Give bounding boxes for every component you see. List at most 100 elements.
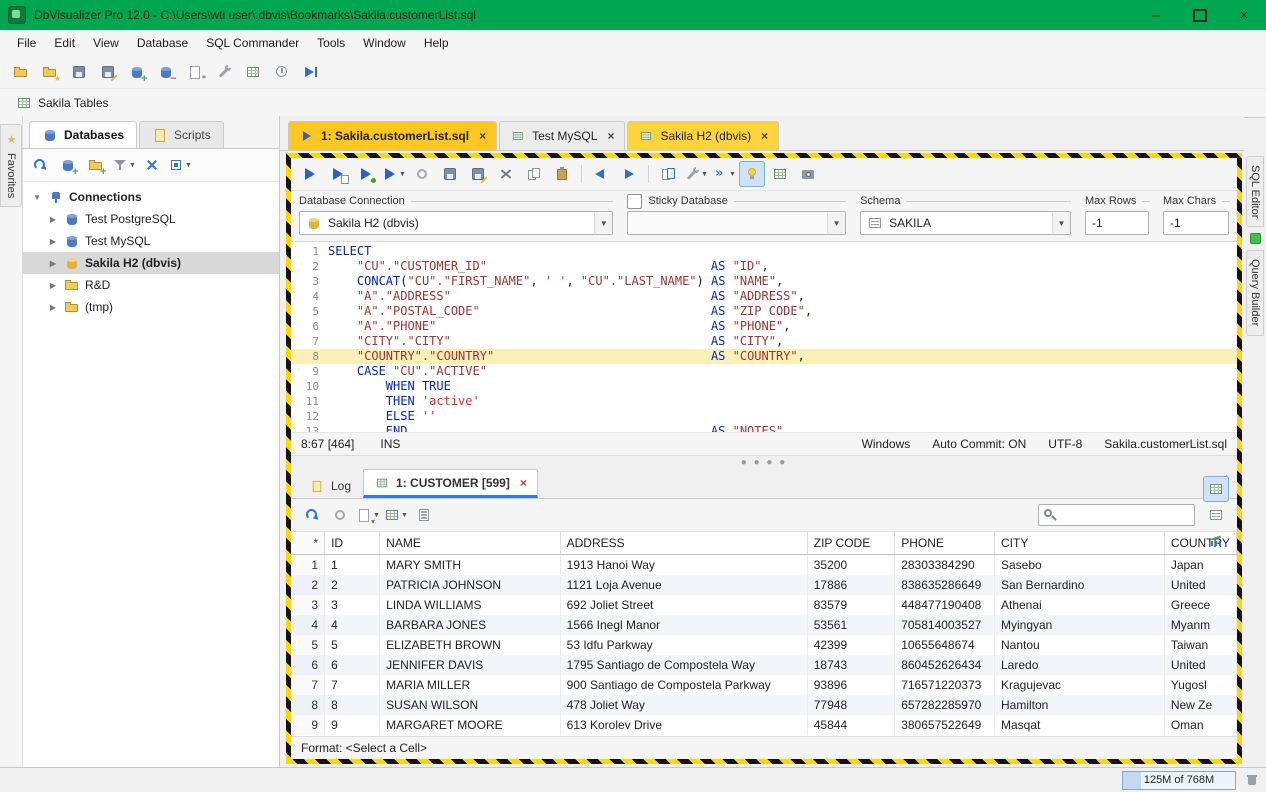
results-tab-log[interactable]: Log <box>299 473 361 498</box>
memory-indicator[interactable]: 125M of 768M <box>1122 771 1236 790</box>
refresh-button[interactable] <box>27 152 53 178</box>
tab-close-icon[interactable]: × <box>479 129 486 143</box>
grid-cell[interactable]: Myanm <box>1164 615 1236 635</box>
execute-script-button[interactable] <box>325 161 351 187</box>
grid-cell[interactable]: Greece <box>1164 595 1236 615</box>
reload-button[interactable] <box>299 502 325 528</box>
grid-cell[interactable]: 2 <box>325 575 380 595</box>
grid-cell[interactable]: 3 <box>325 595 380 615</box>
grid-cell[interactable]: MARGARET MOORE <box>380 715 560 735</box>
grid-cell[interactable]: 17886 <box>807 575 894 595</box>
grid-cell[interactable]: 83579 <box>807 595 894 615</box>
editor-tab-sakila-h2-dbvis[interactable]: Sakila H2 (dbvis)× <box>627 121 779 150</box>
grid-cell[interactable]: 900 Santiago de Compostela Parkway <box>560 675 807 695</box>
grid-cell[interactable]: SUSAN WILSON <box>380 695 560 715</box>
grid-cell[interactable]: 8 <box>325 695 380 715</box>
column-header-[interactable]: * <box>291 532 325 555</box>
stop-button[interactable] <box>409 161 435 187</box>
grid-cell[interactable]: BARBARA JONES <box>380 615 560 635</box>
code-line[interactable]: 5 "A"."POSTAL_CODE" AS "ZIP CODE", <box>291 304 1237 319</box>
grid-cell[interactable]: 613 Korolev Drive <box>560 715 807 735</box>
cut-button[interactable] <box>493 161 519 187</box>
grid-cell[interactable]: Yugosl <box>1164 675 1236 695</box>
menu-window[interactable]: Window <box>354 32 415 54</box>
tab-scripts[interactable]: Scripts <box>139 121 224 148</box>
column-header-zip-code[interactable]: ZIP CODE <box>807 532 894 555</box>
menu-help[interactable]: Help <box>415 32 458 54</box>
grid-cell[interactable]: 93896 <box>807 675 894 695</box>
code-line[interactable]: 10 WHEN TRUE <box>291 379 1237 394</box>
trash-icon[interactable] <box>1244 772 1260 788</box>
tab-query-builder[interactable]: Query Builder <box>1246 250 1264 335</box>
grid-cell[interactable]: 478 Joliet Way <box>560 695 807 715</box>
tab-favorites[interactable]: Favorites <box>0 124 22 207</box>
expander-icon[interactable]: ▶ <box>47 303 59 312</box>
grid-cell[interactable]: LINDA WILLIAMS <box>380 595 560 615</box>
tree-item-test-mysql[interactable]: ▶Test MySQL <box>23 230 279 252</box>
save-as-button[interactable] <box>465 161 491 187</box>
grid-cell[interactable]: 448477190408 <box>895 595 995 615</box>
open-bookmark-button[interactable]: ★ <box>37 59 63 85</box>
grid-cell[interactable]: 1 <box>325 555 380 576</box>
grid-cell[interactable]: ELIZABETH BROWN <box>380 635 560 655</box>
connect-button[interactable] <box>298 59 324 85</box>
tab-databases[interactable]: Databases <box>29 121 137 148</box>
collapse-all-button[interactable] <box>139 152 165 178</box>
expander-icon[interactable]: ▼ <box>31 193 43 202</box>
row-number[interactable]: 4 <box>291 615 325 635</box>
locate-button[interactable]: ▼ <box>167 152 193 178</box>
copy-button[interactable] <box>521 161 547 187</box>
grid-cell[interactable]: 18743 <box>807 655 894 675</box>
code-line[interactable]: 1SELECT <box>291 244 1237 259</box>
grid-cell[interactable]: 1913 Hanoi Way <box>560 555 807 576</box>
grid-cell[interactable]: United <box>1164 575 1236 595</box>
grid-cell[interactable]: Nantou <box>995 635 1165 655</box>
menu-file[interactable]: File <box>8 32 45 54</box>
new-connection-button[interactable]: + <box>124 59 150 85</box>
grid-cell[interactable]: Oman <box>1164 715 1236 735</box>
table-data-button[interactable] <box>240 59 266 85</box>
code-line[interactable]: 11 THEN 'active' <box>291 394 1237 409</box>
tree-item-test-postgresql[interactable]: ▶Test PostgreSQL <box>23 208 279 230</box>
stop-button[interactable] <box>327 502 353 528</box>
grid-cell[interactable]: 5 <box>325 635 380 655</box>
compare-button[interactable] <box>655 161 681 187</box>
menu-tools[interactable]: Tools <box>308 32 354 54</box>
tab-close-icon[interactable]: × <box>607 129 614 143</box>
save-button[interactable] <box>437 161 463 187</box>
row-number[interactable]: 2 <box>291 575 325 595</box>
grid-cell[interactable]: 53561 <box>807 615 894 635</box>
row-number[interactable]: 8 <box>291 695 325 715</box>
history-button[interactable] <box>269 59 295 85</box>
code-line[interactable]: 3 CONCAT("CU"."FIRST_NAME", ' ', "CU"."L… <box>291 274 1237 289</box>
max-rows-input[interactable]: -1 <box>1085 211 1149 235</box>
grid-cell[interactable]: Masqat <box>995 715 1165 735</box>
grid-cell[interactable]: PATRICIA JOHNSON <box>380 575 560 595</box>
disconnect-button[interactable]: − <box>153 59 179 85</box>
code-line[interactable]: 13 END AS "NOTES", <box>291 424 1237 433</box>
save-button[interactable] <box>66 59 92 85</box>
tab-close-icon[interactable]: × <box>520 476 527 490</box>
menu-sql-commander[interactable]: SQL Commander <box>197 32 308 54</box>
grid-cell[interactable]: 838635286649 <box>895 575 995 595</box>
schema-select[interactable]: SAKILA ▼ <box>860 211 1071 235</box>
grid-cell[interactable]: JENNIFER DAVIS <box>380 655 560 675</box>
row-number[interactable]: 6 <box>291 655 325 675</box>
grid-cell[interactable]: 35200 <box>807 555 894 576</box>
sticky-database-select[interactable]: ▼ <box>627 211 846 235</box>
paste-button[interactable] <box>549 161 575 187</box>
grid-cell[interactable]: 705814003527 <box>895 615 995 635</box>
bookmark-sakila-tables[interactable]: Sakila Tables <box>8 93 117 113</box>
grid-cell[interactable]: 860452626434 <box>895 655 995 675</box>
grid-cell[interactable]: 77948 <box>807 695 894 715</box>
grid-cell[interactable]: MARY SMITH <box>380 555 560 576</box>
grid-cell[interactable]: 28303384290 <box>895 555 995 576</box>
editor-tab-test-mysql[interactable]: Test MySQL× <box>499 121 625 150</box>
export-button[interactable]: ▾▼ <box>355 502 381 528</box>
sql-commander-button[interactable]: * <box>182 59 208 85</box>
row-number[interactable]: 9 <box>291 715 325 735</box>
grid-cell[interactable]: Japan <box>1164 555 1236 576</box>
splitter-handle[interactable]: ● ● ● ● <box>291 456 1237 468</box>
grid-button[interactable] <box>767 161 793 187</box>
grid-cell[interactable]: United <box>1164 655 1236 675</box>
